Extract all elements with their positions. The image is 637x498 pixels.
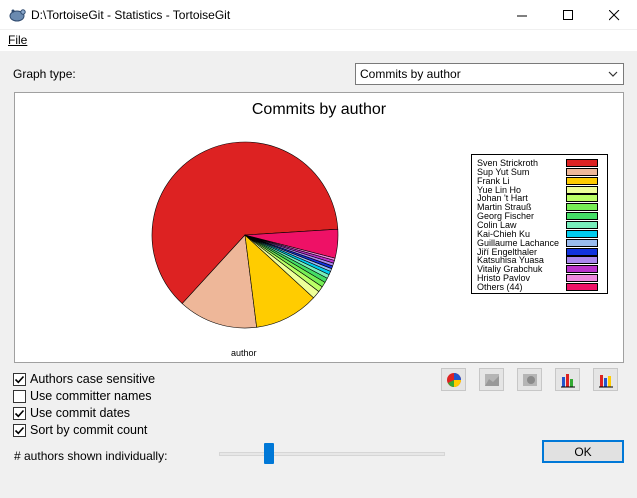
graph-type-select[interactable]: Commits by author bbox=[355, 63, 624, 85]
option-label[interactable]: Use commit dates bbox=[30, 406, 130, 420]
legend-swatch bbox=[566, 167, 598, 176]
stacked-chart-icon bbox=[522, 373, 537, 386]
legend-swatch bbox=[566, 229, 598, 238]
area-chart-icon bbox=[484, 373, 499, 386]
legend-swatch bbox=[566, 238, 598, 247]
title-bar: D:\TortoiseGit - Statistics - TortoiseGi… bbox=[0, 0, 637, 30]
option-label[interactable]: Sort by commit count bbox=[30, 423, 147, 437]
option-checkbox[interactable] bbox=[13, 390, 26, 403]
pie-axis-label: author bbox=[231, 348, 257, 358]
legend-swatch bbox=[566, 203, 598, 212]
bar-chart-icon bbox=[560, 373, 575, 387]
checkmark-icon bbox=[14, 375, 25, 384]
chart-legend: Sven Strickroth Sup Yut Sum Frank Li Yue Li… bbox=[471, 154, 608, 294]
option-checkbox[interactable] bbox=[13, 373, 26, 386]
minimize-button[interactable] bbox=[499, 0, 545, 30]
authors-shown-slider-thumb[interactable] bbox=[263, 443, 274, 464]
legend-swatch bbox=[566, 220, 598, 229]
tortoisegit-icon bbox=[9, 9, 26, 22]
legend-swatch bbox=[566, 194, 598, 203]
legend-swatch bbox=[566, 256, 598, 265]
graph-panel: Commits by author author Sven Strickroth… bbox=[14, 92, 624, 363]
legend-swatch bbox=[566, 265, 598, 274]
checkmark-icon bbox=[14, 409, 25, 418]
menu-bar: File bbox=[0, 30, 637, 51]
ok-button-label: OK bbox=[574, 444, 592, 459]
menu-file[interactable]: File bbox=[8, 33, 27, 47]
legend-swatch bbox=[566, 212, 598, 221]
legend-swatch bbox=[566, 282, 598, 291]
close-icon bbox=[608, 9, 619, 20]
option-label[interactable]: Use committer names bbox=[30, 389, 152, 403]
legend-swatch bbox=[566, 185, 598, 194]
chart-title: Commits by author bbox=[251, 101, 387, 118]
legend-swatch bbox=[566, 274, 598, 283]
option-label[interactable]: Authors case sensitive bbox=[30, 372, 155, 386]
stacked-graph-button[interactable] bbox=[517, 368, 542, 391]
pie-graph-button[interactable] bbox=[441, 368, 466, 391]
option-checkbox[interactable] bbox=[13, 424, 26, 437]
minimize-icon bbox=[516, 15, 527, 16]
stacked-bar-chart-icon bbox=[598, 374, 613, 387]
authors-shown-slider-track[interactable] bbox=[219, 452, 445, 456]
area-graph-button[interactable] bbox=[479, 368, 504, 391]
authors-shown-label: # authors shown individually: bbox=[14, 449, 168, 463]
legend-swatch bbox=[566, 159, 598, 167]
option-checkbox[interactable] bbox=[13, 407, 26, 420]
graph-type-value: Commits by author bbox=[360, 67, 461, 81]
pie-chart-icon bbox=[446, 372, 461, 387]
stacked-bar-graph-button[interactable] bbox=[593, 368, 618, 391]
checkmark-icon bbox=[14, 426, 25, 435]
pie-chart bbox=[151, 141, 339, 329]
legend-swatch bbox=[566, 176, 598, 185]
maximize-button[interactable] bbox=[545, 0, 591, 30]
graph-type-label: Graph type: bbox=[13, 67, 76, 81]
window-title: D:\TortoiseGit - Statistics - TortoiseGi… bbox=[31, 8, 231, 22]
legend-item: Others (44) bbox=[477, 281, 604, 292]
legend-label: Others (44) bbox=[477, 281, 523, 292]
ok-button[interactable]: OK bbox=[542, 440, 624, 463]
bar-graph-button[interactable] bbox=[555, 368, 580, 391]
legend-swatch bbox=[566, 247, 598, 256]
close-button[interactable] bbox=[591, 0, 637, 30]
chevron-down-icon bbox=[608, 71, 618, 77]
maximize-icon bbox=[562, 9, 573, 20]
